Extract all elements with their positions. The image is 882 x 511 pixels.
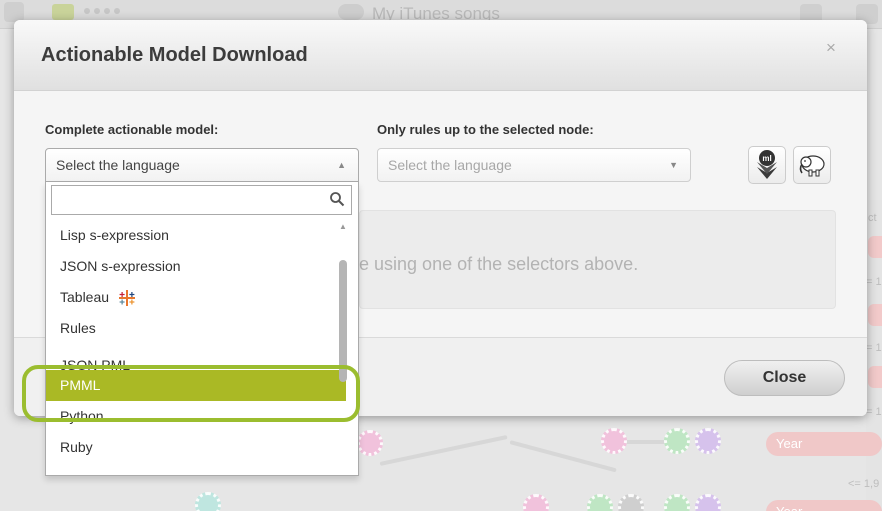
tree-node [695, 428, 721, 454]
option-tableau[interactable]: Tableau [46, 282, 346, 313]
option-pmml[interactable]: PMML [46, 370, 346, 401]
option-rules[interactable]: Rules [46, 313, 346, 344]
hadoop-elephant-icon [799, 155, 825, 177]
bigml-download-button[interactable]: ml [748, 146, 786, 184]
condition-label: = 1 [866, 406, 882, 418]
condition-label: ct [868, 212, 877, 224]
dropdown-scrollbar[interactable]: ▲ [336, 220, 350, 470]
option-label: PMML [60, 377, 101, 393]
rules-language-value: Select the language [388, 157, 512, 173]
info-message: ge using one of the selectors above. [349, 254, 639, 274]
tree-node [601, 428, 627, 454]
chevron-up-icon: ▲ [337, 160, 346, 170]
option-ruby[interactable]: Ruby [46, 432, 346, 463]
close-button[interactable]: Close [724, 360, 845, 396]
app-logo [4, 2, 24, 22]
tree-node [357, 430, 383, 456]
node-pill: Year [766, 432, 882, 456]
search-icon [330, 192, 345, 207]
option-lisp[interactable]: Lisp s-expression [46, 220, 346, 251]
option-label: JSON s-expression [60, 258, 181, 274]
chevron-up-icon: ▲ [339, 222, 347, 231]
tree-node [195, 492, 221, 511]
condition-label: = 1 [866, 276, 882, 288]
option-json-sexpr[interactable]: JSON s-expression [46, 251, 346, 282]
option-label: Python [60, 408, 104, 424]
app-badge [52, 4, 74, 20]
chevron-down-icon: ▼ [669, 160, 678, 170]
rules-language-select[interactable]: Select the language ▼ [377, 148, 691, 182]
modal-title: Actionable Model Download [41, 44, 308, 66]
cloud-icon [338, 4, 364, 20]
tree-node [587, 494, 613, 511]
close-icon[interactable]: × [823, 38, 839, 58]
node-pill [868, 366, 882, 388]
scrollbar-thumb[interactable] [339, 260, 347, 382]
tree-node [523, 494, 549, 511]
tree-edge [379, 435, 508, 466]
svg-text:ml: ml [762, 154, 771, 163]
option-label: Lisp s-expression [60, 227, 169, 243]
app-dots [84, 8, 120, 14]
option-label: Rules [60, 320, 96, 336]
condition-label: <= 1,9 [848, 478, 880, 490]
tree-node [664, 428, 690, 454]
tree-node [695, 494, 721, 511]
option-list: Lisp s-expression JSON s-expression Tabl… [46, 220, 346, 463]
rules-model-label: Only rules up to the selected node: [377, 122, 594, 137]
hadoop-button[interactable] [793, 146, 831, 184]
option-label: JSON PML [60, 357, 131, 370]
option-python[interactable]: Python [46, 401, 346, 432]
tableau-icon [119, 289, 136, 306]
node-pill [868, 304, 882, 326]
complete-model-label: Complete actionable model: [45, 122, 219, 137]
search-input[interactable] [52, 186, 334, 212]
tree-node [664, 494, 690, 511]
node-pill [868, 236, 882, 258]
dropdown-search [51, 185, 352, 215]
bigml-download-icon: ml [757, 150, 777, 179]
option-label: Tableau [60, 289, 110, 305]
complete-language-value: Select the language [56, 157, 180, 173]
tree-node [618, 494, 644, 511]
option-json-pml[interactable]: JSON PML [46, 344, 346, 370]
node-pill: Year [766, 500, 882, 511]
condition-label: = 1 [866, 342, 882, 354]
language-dropdown: Lisp s-expression JSON s-expression Tabl… [45, 182, 359, 476]
modal-header: Actionable Model Download × [14, 20, 867, 91]
option-label: Ruby [60, 439, 93, 455]
complete-language-select[interactable]: Select the language ▲ [45, 148, 359, 182]
